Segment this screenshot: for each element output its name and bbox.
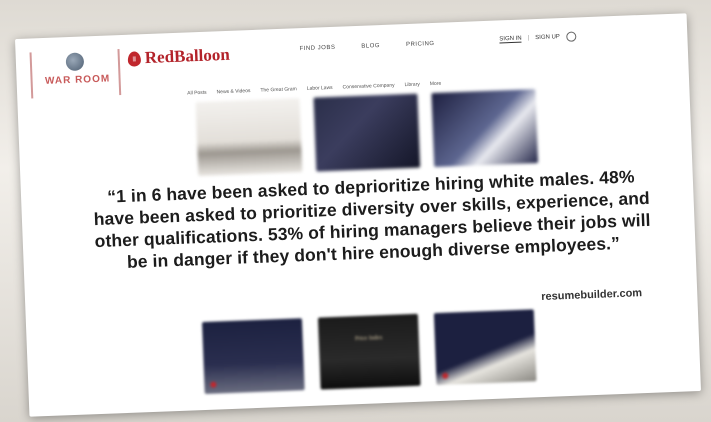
top-nav: FIND JOBS BLOG PRICING (299, 41, 434, 52)
logo-text: RedBalloon (144, 44, 231, 68)
article-thumbnail[interactable] (201, 318, 305, 395)
top-article-thumbnails (195, 89, 539, 177)
balloon-badge-icon (442, 372, 449, 379)
nav-pricing[interactable]: PRICING (406, 41, 435, 48)
warroom-logo: WAR ROOM (29, 49, 122, 99)
category-labor-laws[interactable]: Labor Laws (307, 85, 333, 92)
sign-in-link[interactable]: SIGN IN (499, 35, 522, 43)
bottom-article-thumbnails: Price Index (201, 309, 537, 395)
user-icon[interactable] (565, 31, 577, 42)
category-more[interactable]: More (430, 81, 442, 87)
screenshot-card: WAR ROOM RedBalloon FIND JOBS BLOG PRICI… (14, 13, 702, 417)
nav-find-jobs[interactable]: FIND JOBS (299, 45, 335, 52)
article-thumbnail[interactable] (433, 309, 537, 386)
category-all-posts[interactable]: All Posts (187, 90, 207, 97)
thumbnail-caption: Price Index (354, 335, 383, 343)
redballoon-logo[interactable]: RedBalloon (127, 45, 230, 69)
balloon-icon (127, 50, 142, 67)
sign-up-link[interactable]: SIGN UP (535, 34, 560, 41)
auth-separator: | (527, 35, 530, 42)
article-thumbnail[interactable]: Price Index (317, 313, 421, 390)
quote-text: “1 in 6 have been asked to deprioritize … (93, 166, 651, 272)
quote-source: resumebuilder.com (541, 287, 643, 304)
article-thumbnail[interactable] (431, 89, 539, 168)
category-library[interactable]: Library (404, 82, 420, 89)
category-conservative-company[interactable]: Conservative Company (343, 83, 395, 91)
article-thumbnail[interactable] (313, 93, 421, 172)
category-great-gram[interactable]: The Great Gram (260, 86, 297, 93)
warroom-label: WAR ROOM (44, 73, 111, 87)
globe-icon (65, 52, 85, 72)
category-news-videos[interactable]: News & Videos (217, 88, 251, 95)
auth-links: SIGN IN | SIGN UP (499, 31, 577, 45)
article-thumbnail[interactable] (195, 98, 303, 177)
balloon-badge-icon (210, 381, 217, 388)
nav-blog[interactable]: BLOG (361, 43, 380, 50)
